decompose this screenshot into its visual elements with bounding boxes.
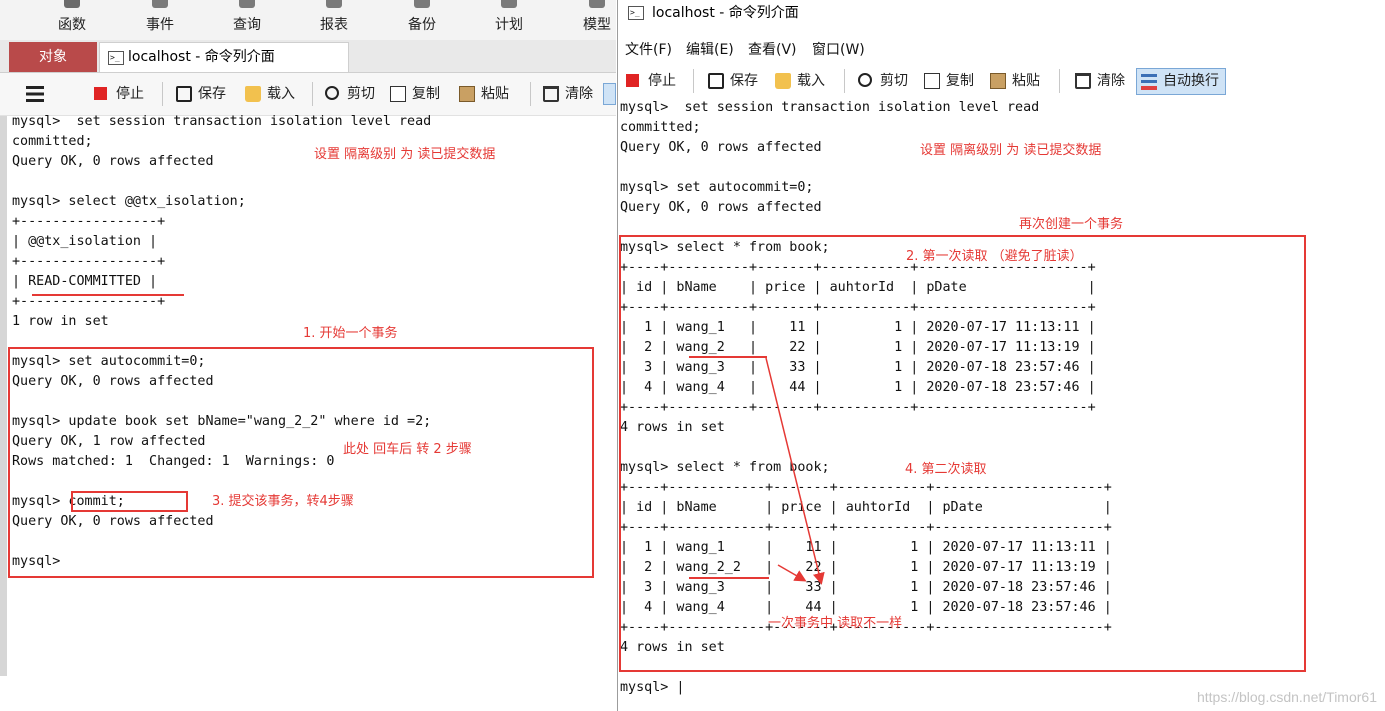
console-line: mysql> set session transaction isolation…: [12, 114, 432, 129]
ribbon-label: 事件: [146, 17, 174, 33]
save-label: 保存: [198, 86, 226, 102]
folder-icon: [245, 86, 261, 102]
cut-label: 剪切: [347, 86, 375, 102]
ribbon-label: 备份: [408, 17, 436, 33]
console-line: +-----------------+: [12, 214, 166, 229]
stop-label: 停止: [116, 86, 144, 102]
ribbon-backup[interactable]: 备份: [392, 0, 452, 40]
annotation-step1: 1. 开始一个事务: [303, 326, 398, 341]
tab-objects[interactable]: 对象: [9, 42, 97, 72]
trash-icon: [543, 86, 559, 102]
right-console-window: >_ localhost - 命令列介面 文件(F) 编辑(E) 查看(V) 窗…: [617, 0, 1385, 711]
tab-strip: 对象 >_ localhost - 命令列介面: [0, 40, 616, 73]
left-navicat-window: 函数 事件 查询 报表 备份 计划 模型 对象 >_ localhost - 命…: [0, 0, 616, 711]
paste-icon: [459, 86, 475, 102]
schedule-icon: [501, 0, 517, 8]
annotation-enter: 此处 回车后 转 2 步骤: [343, 442, 472, 457]
ribbon-label: 函数: [58, 17, 86, 33]
highlight-transaction-box: [8, 347, 594, 578]
toolbar-separator: [162, 82, 163, 106]
copy-label: 复制: [412, 86, 440, 102]
scrollbar[interactable]: [0, 116, 7, 676]
report-icon: [326, 0, 342, 8]
copy-button[interactable]: 复制: [390, 83, 440, 105]
console-toolbar: 停止 保存 载入 剪切 复制 粘贴 清除: [0, 73, 616, 116]
stop-icon: [94, 87, 107, 100]
cut-button[interactable]: 剪切: [325, 83, 375, 105]
load-label: 载入: [267, 86, 295, 102]
console-line: +-----------------+: [12, 254, 166, 269]
model-icon: [589, 0, 605, 8]
paste-label: 粘贴: [481, 86, 509, 102]
query-icon: [239, 0, 255, 8]
clear-label: 清除: [565, 86, 593, 102]
arrows-overlay: [765, 357, 825, 585]
main-ribbon: 函数 事件 查询 报表 备份 计划 模型: [0, 0, 616, 40]
ribbon-label: 报表: [320, 17, 348, 33]
copy-icon: [390, 86, 406, 102]
highlight-commit: [71, 491, 188, 512]
watermark: https://blog.csdn.net/Timor61: [1196, 689, 1377, 705]
ribbon-label: 查询: [233, 17, 261, 33]
clear-button[interactable]: 清除: [543, 83, 593, 105]
ribbon-functions[interactable]: 函数: [42, 0, 102, 40]
scissors-icon: [325, 86, 339, 100]
stop-button[interactable]: 停止: [94, 83, 144, 105]
event-icon: [152, 0, 168, 8]
save-button[interactable]: 保存: [176, 83, 226, 105]
toolbar-separator: [312, 82, 313, 106]
load-button[interactable]: 载入: [245, 83, 295, 105]
function-icon: [64, 0, 80, 8]
tab-console-label: localhost - 命令列介面: [128, 49, 275, 65]
arrow-changed-value: [777, 564, 807, 582]
console-line: mysql> select @@tx_isolation;: [12, 194, 246, 209]
ribbon-query[interactable]: 查询: [217, 0, 277, 40]
annotation-step3: 3. 提交该事务，转4步骤: [212, 494, 354, 509]
menu-icon[interactable]: [26, 86, 44, 102]
word-wrap-toggle-partial[interactable]: [603, 83, 616, 105]
toolbar-separator: [530, 82, 531, 106]
backup-icon: [414, 0, 430, 8]
ribbon-label: 模型: [583, 17, 611, 33]
paste-button[interactable]: 粘贴: [459, 83, 509, 105]
tab-console[interactable]: >_ localhost - 命令列介面: [99, 42, 349, 72]
ribbon-events[interactable]: 事件: [130, 0, 190, 40]
console-line: | @@tx_isolation |: [12, 234, 158, 249]
save-icon: [176, 86, 192, 102]
ribbon-reports[interactable]: 报表: [304, 0, 364, 40]
console-icon: >_: [108, 51, 124, 65]
ribbon-model[interactable]: 模型: [567, 0, 616, 40]
ribbon-schedule[interactable]: 计划: [479, 0, 539, 40]
underline-read-committed: [32, 294, 184, 296]
ribbon-label: 计划: [495, 17, 523, 33]
annotation-isolation: 设置 隔离级别 为 读已提交数据: [314, 147, 496, 162]
console-line: | READ-COMMITTED |: [12, 274, 158, 289]
arrow-first-to-second: [765, 357, 825, 585]
